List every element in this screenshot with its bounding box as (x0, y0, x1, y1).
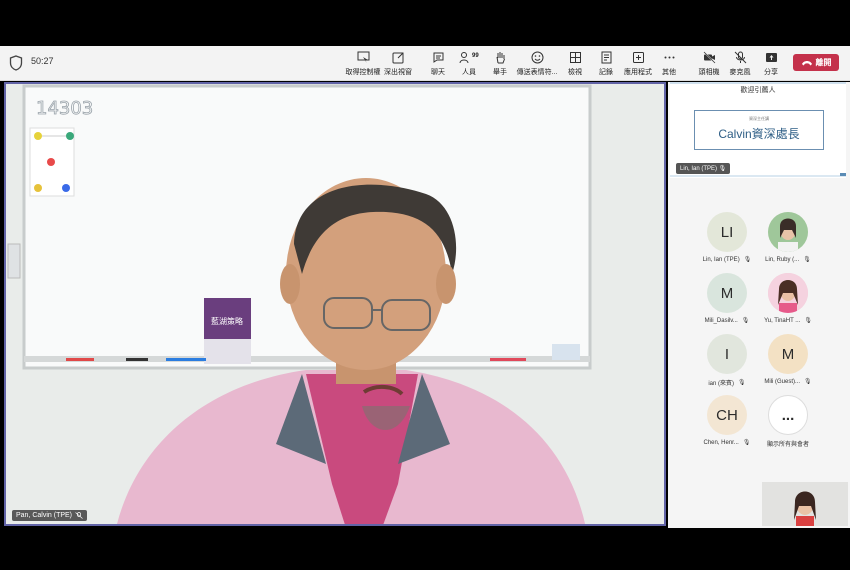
share-icon (765, 53, 777, 62)
participant-name: Mili_Dasilv... (704, 317, 738, 324)
participant-name: ian (來賓) (708, 381, 735, 387)
avatar: I (707, 334, 747, 374)
avatar: M (707, 273, 747, 313)
presenter-name-tag: Lin, Ian (TPE) 🎙 (676, 163, 731, 174)
participant-tile[interactable]: M Mili_Dasilv... 🎙 (695, 273, 759, 324)
shared-content-title: 歡迎引薦人 (740, 87, 776, 94)
pop-out-label: 深出視窗 (384, 69, 412, 76)
main-speaker-video[interactable]: 14303 藍湖策略 Pan, Calvin (TPE) (4, 82, 666, 526)
shield-icon (9, 55, 23, 71)
leave-button[interactable]: 離開 (793, 54, 839, 71)
avatar: CH (707, 395, 747, 435)
participant-name: Yu, TinaHT ... (764, 317, 801, 324)
take-control-icon (357, 51, 369, 63)
mic-muted-icon: 🎙 (803, 257, 811, 263)
self-view-frame (762, 482, 848, 526)
pop-out-icon (392, 52, 403, 64)
participant-tile[interactable]: LI Lin, Ian (TPE) 🎙 (695, 212, 759, 263)
reactions-icon (531, 51, 543, 64)
apps-icon (632, 52, 644, 63)
mic-muted-icon: 🎙 (743, 257, 752, 263)
hang-up-icon (801, 60, 812, 65)
participant-name: Lin, Ruby (... (765, 256, 800, 263)
avatar: M (768, 334, 808, 374)
participants-panel: 歡迎引薦人 資深主任講 Calvin資深處長 Lin, Ian (TPE) 🎙 … (668, 82, 850, 528)
more-button[interactable]: 其他 (647, 49, 691, 79)
letterbox-top (0, 0, 850, 46)
speaker-video-frame: 14303 藍湖策略 (6, 84, 664, 524)
self-view-video[interactable] (762, 482, 848, 526)
participant-tile[interactable]: Lin, Ruby (... 🎙 (756, 212, 820, 263)
participant-name: Chen, Henr... (703, 439, 739, 446)
participant-tile[interactable]: CH Chen, Henr... 🎙 (695, 395, 759, 446)
raise-hand-icon (496, 52, 505, 64)
mic-muted-icon: 🎙 (742, 440, 751, 446)
mic-muted-icon (75, 512, 83, 519)
people-icon (459, 52, 469, 64)
participant-name: Lin, Ian (TPE) (702, 256, 740, 263)
participant-tile[interactable]: Yu, TinaHT ... 🎙 (756, 273, 820, 324)
camera-off-icon (702, 51, 716, 64)
mic-muted-icon: 🎙 (738, 380, 746, 386)
show-all-participants-label: 顯示所有與會者 (766, 442, 809, 448)
avatar: LI (707, 212, 747, 252)
more-participants-icon: ... (768, 395, 808, 435)
mic-off-icon (734, 51, 746, 64)
participant-name: Mili (Guest)... (764, 378, 801, 385)
more-label: 其他 (662, 69, 676, 76)
view-icon (569, 52, 581, 63)
shared-slide-card: 資深主任講 Calvin資深處長 (694, 110, 824, 150)
meeting-toolbar: 50:27 取得控制權 深出視窗 聊天 99 人員 舉手 傳送表情符... 檢視… (0, 46, 850, 81)
more-icon (664, 56, 674, 59)
participant-tile[interactable]: I ian (來賓) 🎙 (695, 334, 759, 387)
shared-slide-subtitle: 資深主任講 (749, 116, 769, 121)
whiteboard-number: 14303 (36, 98, 93, 119)
share-button[interactable]: 分享 (749, 49, 793, 79)
shared-slide-heading: Calvin資深處長 (718, 127, 800, 141)
shared-content-tile[interactable]: 歡迎引薦人 資深主任講 Calvin資深處長 Lin, Ian (TPE) 🎙 (670, 82, 846, 178)
mic-muted-icon: 🎙 (804, 318, 812, 324)
mic-muted-icon: 🎙 (804, 379, 812, 385)
notes-icon (601, 51, 611, 64)
chat-icon (433, 52, 443, 63)
speaker-name: Pan, Calvin (TPE) (16, 512, 73, 519)
letterbox-bottom (0, 528, 850, 570)
avatar (768, 212, 808, 252)
speaker-name-tag: Pan, Calvin (TPE) (12, 510, 88, 521)
book-title: 藍湖策略 (211, 316, 243, 326)
pop-out-button[interactable]: 深出視窗 (376, 49, 420, 79)
avatar (768, 273, 808, 313)
meeting-timer: 50:27 (31, 56, 54, 66)
show-all-participants-button[interactable]: ... 顯示所有與會者 (756, 395, 820, 448)
mic-muted-icon: 🎙 (741, 318, 750, 324)
presenter-name: Lin, Ian (TPE) (680, 166, 718, 172)
share-label: 分享 (764, 69, 778, 76)
leave-label: 離開 (815, 58, 832, 67)
participant-tile[interactable]: M Mili (Guest)... 🎙 (756, 334, 820, 385)
